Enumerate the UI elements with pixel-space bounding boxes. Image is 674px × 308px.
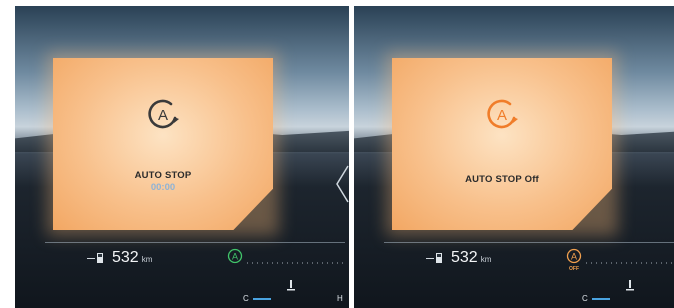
coolant-temp-icon — [287, 280, 295, 291]
range-value: 532 — [112, 249, 139, 266]
auto-stop-off-status-icon: A — [566, 248, 582, 264]
range-unit: km — [141, 255, 153, 264]
svg-text:A: A — [232, 252, 238, 262]
temp-cold-label: C — [243, 294, 249, 303]
auto-stop-off-icon: A — [487, 99, 518, 129]
fuel-range: 532 km — [87, 249, 152, 267]
svg-text:A: A — [158, 107, 168, 124]
temp-gauge-bar — [592, 298, 610, 300]
range-unit: km — [480, 255, 492, 264]
fuel-dash — [87, 257, 95, 259]
status-off-label: OFF — [569, 266, 579, 272]
dot-track — [247, 262, 347, 264]
cluster-display-left: A AUTO STOP 00:00 532 km A C H — [15, 6, 349, 308]
auto-stop-popup: A AUTO STOP 00:00 — [53, 58, 273, 230]
svg-text:A: A — [497, 107, 507, 124]
dot-track — [586, 262, 674, 264]
auto-stop-active-icon: A — [227, 248, 243, 264]
auto-stop-icon: A — [148, 99, 179, 129]
cluster-display-right: A AUTO STOP Off 532 km A OFF C — [354, 6, 674, 308]
popup-title: AUTO STOP — [134, 170, 192, 181]
chevron-right-icon — [336, 165, 349, 203]
temp-gauge-bar — [253, 298, 271, 300]
fuel-pump-icon — [97, 253, 103, 263]
popup-timer: 00:00 — [150, 182, 176, 193]
popup-title: AUTO STOP Off — [465, 174, 539, 185]
temp-hot-label: H — [337, 294, 343, 303]
fuel-dash — [426, 257, 434, 259]
auto-stop-off-popup: A AUTO STOP Off — [392, 58, 612, 230]
coolant-temp-icon — [626, 280, 634, 291]
fuel-range: 532 km — [426, 249, 491, 267]
range-value: 532 — [451, 249, 478, 266]
svg-text:A: A — [571, 252, 577, 262]
fuel-pump-icon — [436, 253, 442, 263]
temp-cold-label: C — [582, 294, 588, 303]
